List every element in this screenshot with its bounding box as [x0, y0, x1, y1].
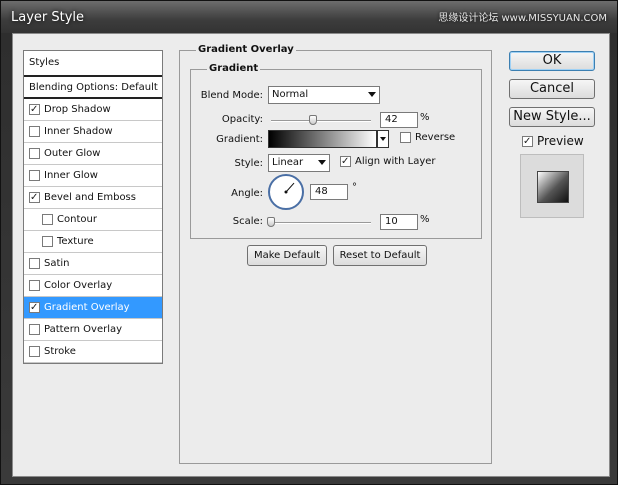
gradient-dropdown-button[interactable] — [377, 130, 389, 148]
style-item-label: Bevel and Emboss — [44, 192, 136, 203]
style-item-label: Outer Glow — [44, 148, 101, 159]
bevel-and-emboss-checkbox[interactable] — [29, 192, 40, 203]
opacity-value: 42 — [385, 114, 398, 125]
pattern-overlay-checkbox[interactable] — [29, 324, 40, 335]
style-item-label: Inner Shadow — [44, 126, 113, 137]
style-item-stroke[interactable]: Stroke — [24, 341, 162, 363]
section-title: Gradient Overlay — [196, 44, 296, 55]
style-preview — [520, 154, 584, 218]
new-style-button[interactable]: New Style... — [509, 107, 595, 127]
stroke-checkbox[interactable] — [29, 346, 40, 357]
scale-label: Scale: — [232, 216, 263, 227]
style-item-inner-shadow[interactable]: Inner Shadow — [24, 121, 162, 143]
scale-input[interactable]: 10 — [380, 214, 418, 230]
style-label: Style: — [234, 158, 264, 169]
style-item-texture[interactable]: Texture — [24, 231, 162, 253]
style-item-label: Inner Glow — [44, 170, 98, 181]
style-item-label: Gradient Overlay — [44, 302, 130, 313]
angle-value: 48 — [315, 186, 328, 197]
blending-options[interactable]: Blending Options: Default — [24, 77, 162, 99]
reverse-label: Reverse — [415, 132, 456, 143]
angle-unit: ° — [352, 182, 357, 193]
inner-glow-checkbox[interactable] — [29, 170, 40, 181]
blend-mode-value: Normal — [272, 89, 309, 100]
reset-to-default-button[interactable]: Reset to Default — [333, 245, 427, 266]
style-item-satin[interactable]: Satin — [24, 253, 162, 275]
blend-mode-select[interactable]: Normal — [268, 86, 380, 104]
style-item-label: Drop Shadow — [44, 104, 111, 115]
opacity-slider-thumb[interactable] — [309, 115, 317, 125]
style-value: Linear — [272, 157, 304, 168]
opacity-label: Opacity: — [221, 114, 263, 125]
ok-button[interactable]: OK — [509, 51, 595, 71]
blend-mode-label: Blend Mode: — [200, 90, 263, 101]
opacity-unit: % — [420, 112, 430, 123]
reverse-checkbox[interactable] — [400, 132, 411, 143]
align-with-layer-label: Align with Layer — [355, 156, 436, 167]
style-item-label: Stroke — [44, 346, 76, 357]
styles-header-label: Styles — [29, 57, 60, 68]
scale-value: 10 — [385, 216, 398, 227]
style-item-color-overlay[interactable]: Color Overlay — [24, 275, 162, 297]
scale-slider-track[interactable] — [271, 222, 371, 224]
angle-label: Angle: — [231, 188, 263, 199]
gradient-overlay-checkbox[interactable] — [29, 302, 40, 313]
angle-dial[interactable] — [268, 174, 304, 210]
reverse-option[interactable]: Reverse — [400, 132, 455, 143]
styles-header[interactable]: Styles — [24, 51, 162, 77]
angle-needle-icon — [284, 182, 295, 194]
style-item-gradient-overlay[interactable]: Gradient Overlay — [24, 297, 162, 319]
gradient-group: Gradient Blend Mode: Normal Opacity: 42 … — [190, 63, 482, 239]
style-item-label: Texture — [57, 236, 94, 247]
style-item-outer-glow[interactable]: Outer Glow — [24, 143, 162, 165]
drop-shadow-checkbox[interactable] — [29, 104, 40, 115]
scale-slider-thumb[interactable] — [267, 217, 275, 227]
preview-checkbox[interactable] — [522, 135, 533, 147]
color-overlay-checkbox[interactable] — [29, 280, 40, 291]
preview-label: Preview — [537, 134, 584, 148]
cancel-button[interactable]: Cancel — [509, 79, 595, 99]
contour-checkbox[interactable] — [42, 214, 53, 225]
scale-unit: % — [420, 214, 430, 225]
blending-options-label: Blending Options: Default — [29, 81, 158, 93]
satin-checkbox[interactable] — [29, 258, 40, 269]
style-item-contour[interactable]: Contour — [24, 209, 162, 231]
opacity-input[interactable]: 42 — [380, 112, 418, 128]
style-item-inner-glow[interactable]: Inner Glow — [24, 165, 162, 187]
dialog-body: Styles Blending Options: Default Drop Sh… — [12, 33, 610, 477]
window-title: Layer Style — [11, 10, 85, 25]
style-item-label: Color Overlay — [44, 280, 113, 291]
angle-input[interactable]: 48 — [310, 184, 348, 200]
style-item-label: Satin — [44, 258, 70, 269]
preview-swatch — [537, 171, 569, 203]
preview-option[interactable]: Preview — [522, 134, 584, 148]
style-item-label: Contour — [57, 214, 97, 225]
layer-style-dialog: Layer Style 思缘设计论坛 www.MISSYUAN.COM Styl… — [0, 0, 618, 485]
gradient-overlay-panel: Gradient Overlay Gradient Blend Mode: No… — [179, 44, 492, 464]
opacity-slider-track[interactable] — [271, 120, 371, 122]
watermark: 思缘设计论坛 www.MISSYUAN.COM — [438, 13, 607, 24]
style-item-drop-shadow[interactable]: Drop Shadow — [24, 99, 162, 121]
inner-shadow-checkbox[interactable] — [29, 126, 40, 137]
style-item-label: Pattern Overlay — [44, 324, 123, 335]
group-title: Gradient — [207, 63, 261, 74]
title-bar[interactable]: Layer Style 思缘设计论坛 www.MISSYUAN.COM — [1, 1, 617, 33]
align-with-layer-checkbox[interactable] — [340, 156, 351, 167]
chevron-down-icon — [318, 160, 326, 165]
make-default-button[interactable]: Make Default — [247, 245, 327, 266]
styles-list: Styles Blending Options: Default Drop Sh… — [23, 50, 163, 364]
style-select[interactable]: Linear — [268, 154, 330, 172]
gradient-label: Gradient: — [216, 134, 263, 145]
texture-checkbox[interactable] — [42, 236, 53, 247]
style-item-pattern-overlay[interactable]: Pattern Overlay — [24, 319, 162, 341]
style-item-bevel-and-emboss[interactable]: Bevel and Emboss — [24, 187, 162, 209]
align-with-layer-option[interactable]: Align with Layer — [340, 156, 436, 167]
gradient-picker[interactable] — [268, 130, 377, 148]
chevron-down-icon — [368, 92, 376, 97]
outer-glow-checkbox[interactable] — [29, 148, 40, 159]
